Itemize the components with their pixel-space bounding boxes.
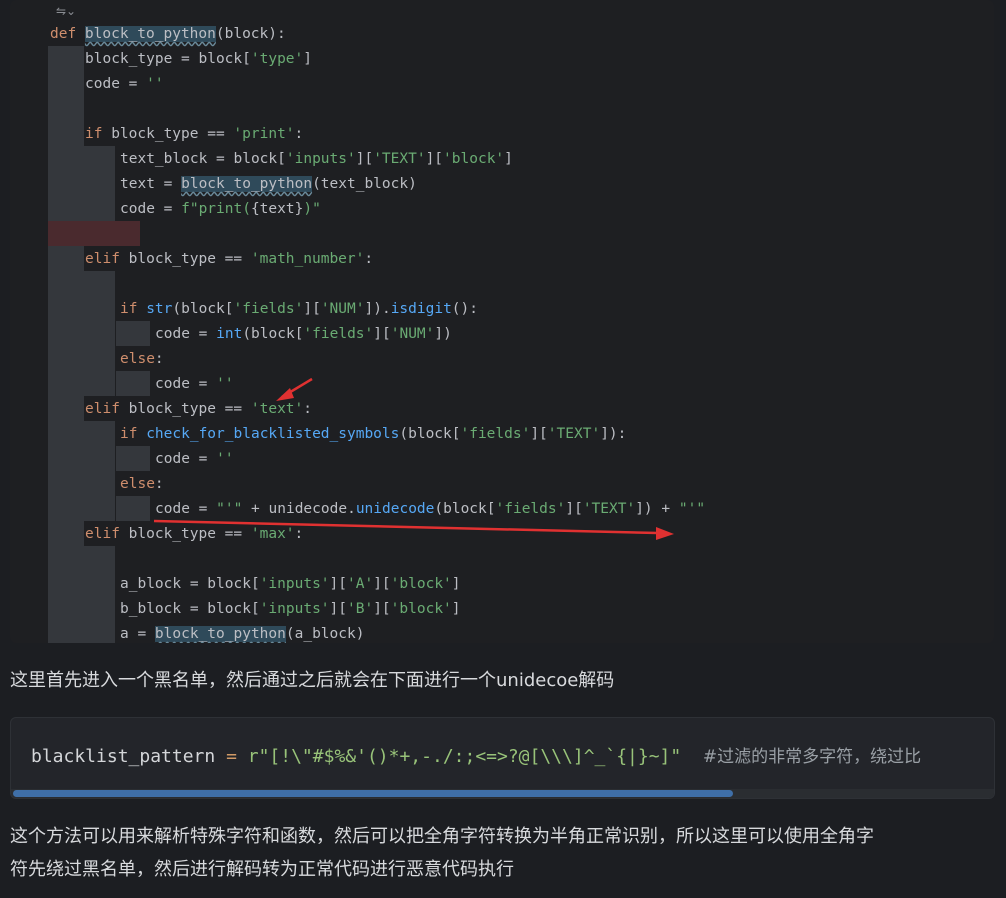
arrow-short-head bbox=[276, 388, 294, 401]
code-variable: blacklist_pattern bbox=[31, 746, 216, 767]
paragraph-explanation-line1: 这个方法可以用来解析特殊字符和函数，然后可以把全角字符转换为半角正常识别，所以这… bbox=[10, 826, 874, 847]
arrow-long-line bbox=[153, 519, 659, 535]
annotation-arrows bbox=[153, 377, 674, 540]
code-string: r"[!\"#$%&'()*+,-./:;<=>?@[\\\]^_`{|}~]" bbox=[247, 746, 682, 767]
paragraph-blacklist-intro: 这里首先进入一个黑名单，然后通过之后就会在下面进行一个unidecoe解码 bbox=[10, 670, 615, 691]
code-operator: = bbox=[215, 746, 248, 767]
code-screenshot: ⇋⌄ def block_to_python(block): block_type… bbox=[10, 0, 994, 643]
scrollbar-thumb[interactable] bbox=[13, 790, 733, 797]
arrow-long-head bbox=[656, 527, 674, 540]
paragraph-explanation-line2: 符先绕过黑名单，然后进行解码转为正常代码进行恶意代码执行 bbox=[10, 859, 514, 880]
code-line: blacklist_pattern = r"[!\"#$%&'()*+,-./:… bbox=[31, 742, 921, 767]
code-block-blacklist-pattern: blacklist_pattern = r"[!\"#$%&'()*+,-./:… bbox=[10, 717, 995, 799]
code-comment: #过滤的非常多字符，绕过比 bbox=[681, 747, 922, 767]
horizontal-scrollbar[interactable] bbox=[11, 789, 994, 798]
